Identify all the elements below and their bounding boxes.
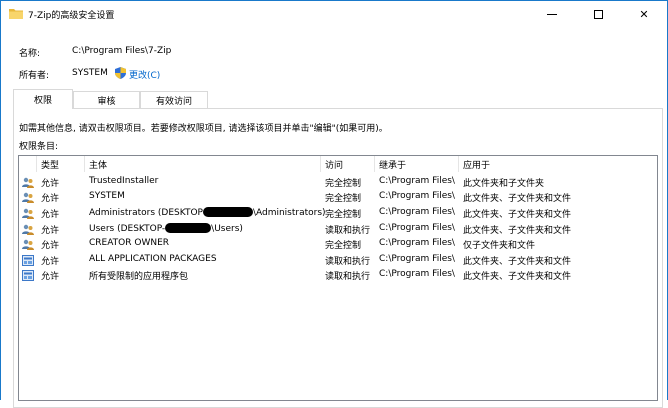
- redaction-mark: [165, 223, 212, 233]
- table-row[interactable]: 允许 CREATOR OWNER 完全控制 C:\Program Files\ …: [19, 237, 657, 252]
- column-header-inherited[interactable]: 继承于: [375, 156, 459, 172]
- owner-value: SYSTEM: [72, 68, 108, 78]
- permission-entries-label: 权限条目:: [19, 142, 59, 152]
- uac-shield-icon: [115, 67, 126, 79]
- close-icon: ✕: [639, 7, 649, 21]
- row-principal: Users (DESKTOP- \Users): [89, 223, 243, 234]
- row-applies: 此文件夹、子文件夹和文件: [463, 226, 572, 236]
- tab-permissions[interactable]: 权限: [13, 89, 73, 109]
- row-type: 允许: [41, 210, 60, 220]
- principal-suffix: \Administrators): [252, 208, 326, 218]
- row-access: 读取和执行: [325, 226, 371, 236]
- column-header-label: 主体: [89, 160, 108, 171]
- row-inherited: C:\Program Files\: [379, 254, 455, 264]
- users-icon: [22, 239, 34, 250]
- name-value: C:\Program Files\7-Zip: [72, 46, 172, 56]
- users-icon: [22, 224, 34, 235]
- row-inherited: C:\Program Files\: [379, 238, 455, 248]
- row-applies: 此文件夹、子文件夹和文件: [463, 272, 572, 282]
- maximize-icon: [593, 9, 603, 19]
- change-owner-link[interactable]: 更改(C): [129, 68, 160, 81]
- row-access: 完全控制: [325, 194, 362, 204]
- table-row[interactable]: 允许 Administrators (DESKTOP \Administrator…: [19, 206, 657, 221]
- tab-label: 有效访问: [155, 96, 192, 107]
- row-access: 完全控制: [325, 210, 362, 220]
- redaction-mark: [202, 207, 253, 217]
- row-inherited: C:\Program Files\: [379, 191, 455, 201]
- tab-auditing[interactable]: 审核: [73, 91, 140, 108]
- users-icon: [22, 208, 34, 219]
- row-type: 允许: [41, 272, 60, 282]
- row-access: 完全控制: [325, 241, 362, 251]
- users-icon: [22, 177, 34, 188]
- table-row[interactable]: 允许 ALL APPLICATION PACKAGES 读取和执行 C:\Pro…: [19, 253, 657, 268]
- minimize-icon: [547, 13, 557, 15]
- column-header-type[interactable]: 类型: [37, 156, 85, 172]
- principal-suffix: \Users): [211, 224, 243, 234]
- row-inherited: C:\Program Files\: [379, 223, 455, 233]
- table-row[interactable]: 允许 SYSTEM 完全控制 C:\Program Files\ 此文件夹、子文…: [19, 190, 657, 205]
- row-principal: TrustedInstaller: [89, 176, 159, 186]
- security-settings-window: 7-Zip的高级安全设置 ✕ 名称: C:\Program Files\7-Zi…: [0, 0, 668, 408]
- column-header-applies[interactable]: 应用于: [459, 156, 657, 172]
- title-bar[interactable]: 7-Zip的高级安全设置 ✕: [1, 1, 667, 27]
- principal-prefix: Administrators (DESKTOP: [89, 208, 203, 218]
- permission-entries-list[interactable]: 类型 主体 访问 继承于 应用于 允许 TrustedInstaller 完全控…: [18, 155, 658, 401]
- column-header-label: 继承于: [379, 160, 407, 171]
- principal-prefix: Users (DESKTOP-: [89, 224, 166, 234]
- package-icon: [22, 270, 34, 281]
- row-type: 允许: [41, 179, 60, 189]
- row-inherited: C:\Program Files\: [379, 269, 455, 279]
- row-access: 读取和执行: [325, 257, 371, 267]
- tab-effective-access[interactable]: 有效访问: [140, 91, 208, 108]
- column-header-access[interactable]: 访问: [321, 156, 375, 172]
- window-title: 7-Zip的高级安全设置: [28, 11, 115, 21]
- maximize-button[interactable]: [575, 1, 621, 27]
- close-button[interactable]: ✕: [621, 1, 667, 27]
- column-header-icon[interactable]: [19, 156, 37, 172]
- row-applies: 此文件夹和子文件夹: [463, 179, 545, 189]
- column-header-principal[interactable]: 主体: [85, 156, 321, 172]
- column-header-label: 类型: [41, 160, 60, 171]
- row-principal: Administrators (DESKTOP \Administrators): [89, 207, 326, 218]
- row-access: 读取和执行: [325, 272, 371, 282]
- owner-label: 所有者:: [19, 71, 50, 81]
- row-inherited: C:\Program Files\: [379, 207, 455, 217]
- row-type: 允许: [41, 241, 60, 251]
- package-icon: [22, 255, 34, 266]
- users-icon: [22, 192, 34, 203]
- row-principal: CREATOR OWNER: [89, 238, 170, 248]
- row-applies: 此文件夹、子文件夹和文件: [463, 210, 572, 220]
- column-header-label: 访问: [325, 160, 344, 171]
- row-applies: 此文件夹、子文件夹和文件: [463, 257, 572, 267]
- table-row[interactable]: 允许 所有受限制的应用程序包 读取和执行 C:\Program Files\ 此…: [19, 268, 657, 283]
- table-row[interactable]: 允许 TrustedInstaller 完全控制 C:\Program File…: [19, 175, 657, 190]
- column-header-label: 应用于: [463, 160, 491, 171]
- row-principal: 所有受限制的应用程序包: [89, 272, 189, 282]
- row-type: 允许: [41, 226, 60, 236]
- info-text: 如需其他信息, 请双击权限项目。若要修改权限项目, 请选择该项目并单击"编辑"(…: [19, 124, 388, 134]
- minimize-button[interactable]: [529, 1, 575, 27]
- row-applies: 此文件夹、子文件夹和文件: [463, 194, 572, 204]
- row-type: 允许: [41, 194, 60, 204]
- folder-icon: [9, 9, 23, 19]
- tab-label: 权限: [33, 96, 52, 106]
- row-type: 允许: [41, 257, 60, 267]
- row-access: 完全控制: [325, 179, 362, 189]
- row-applies: 仅子文件夹和文件: [463, 241, 536, 251]
- table-row[interactable]: 允许 Users (DESKTOP- \Users) 读取和执行 C:\Progr…: [19, 222, 657, 237]
- row-principal: SYSTEM: [89, 191, 125, 201]
- tab-label: 审核: [97, 96, 116, 107]
- name-label: 名称:: [19, 49, 41, 59]
- row-principal: ALL APPLICATION PACKAGES: [89, 254, 217, 264]
- row-inherited: C:\Program Files\: [379, 176, 455, 186]
